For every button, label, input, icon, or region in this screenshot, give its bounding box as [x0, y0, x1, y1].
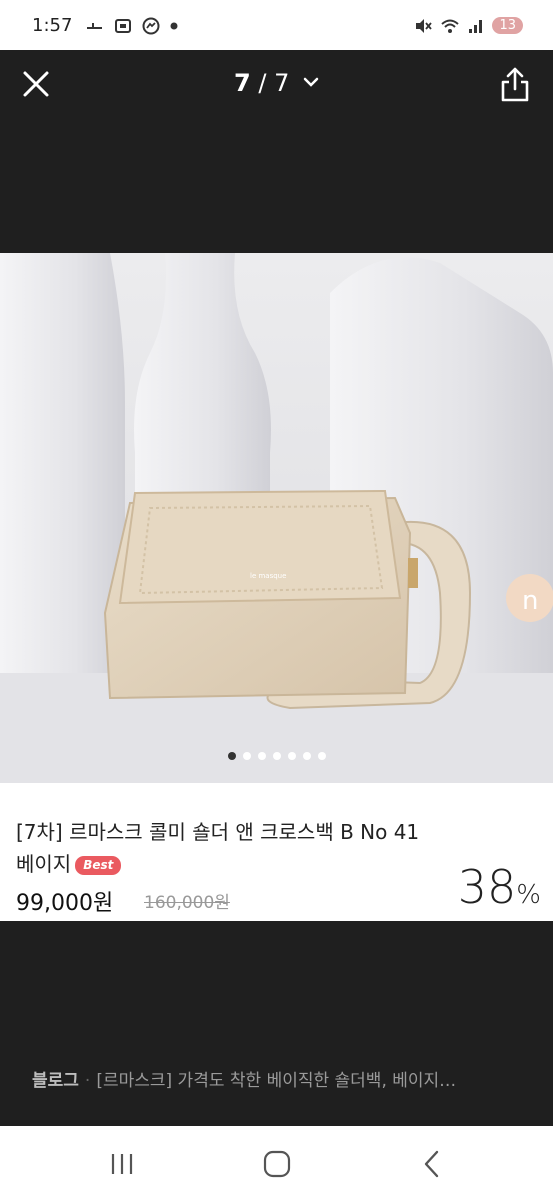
blog-title: [르마스크] 가격도 착한 베이직한 숄더백, 베이지… [96, 1071, 457, 1091]
status-time: 1:57 [32, 15, 73, 36]
carousel-dot[interactable] [242, 752, 251, 760]
screenshot-icon [115, 19, 131, 33]
carousel-dot[interactable] [227, 752, 236, 760]
blog-separator: · [84, 1071, 91, 1091]
system-nav-bar [0, 1126, 553, 1200]
carousel-dots [0, 752, 553, 760]
messenger-icon [142, 17, 160, 35]
dot-icon [170, 22, 178, 30]
pager-total: 7 [274, 69, 290, 97]
carousel-dot[interactable] [317, 752, 326, 760]
wifi-icon [441, 19, 460, 33]
carousel-dot[interactable] [272, 752, 281, 760]
discount-rate: 38% [458, 860, 541, 914]
product-card[interactable]: [7차] 르마스크 콜미 숄더 앤 크로스백 B No 41 베이지 Best 9… [0, 783, 553, 921]
discount-value: 38 [457, 860, 517, 914]
product-image[interactable]: n le masque [0, 253, 553, 783]
blog-source: 블로그 [32, 1071, 79, 1091]
signal-icon [469, 19, 483, 33]
product-title[interactable]: [7차] 르마스크 콜미 숄더 앤 크로스백 B No 41 베이지 Best [16, 816, 436, 880]
product-price: 99,000원 [16, 891, 114, 916]
home-icon[interactable] [257, 1148, 297, 1180]
blog-source-line[interactable]: 블로그 · [르마스크] 가격도 착한 베이직한 숄더백, 베이지… [32, 1066, 532, 1091]
svg-text:le masque: le masque [250, 572, 286, 580]
original-price: 160,000원 [144, 893, 230, 913]
status-left-icons [86, 17, 178, 35]
pager-current: 7 [234, 69, 251, 97]
recent-apps-icon[interactable] [102, 1148, 142, 1180]
carousel-dot[interactable] [257, 752, 266, 760]
battery-indicator: 13 [492, 17, 523, 34]
viewer-header: 7 / 7 [0, 50, 553, 118]
dash-icon [87, 23, 102, 29]
pager-separator: / [250, 69, 275, 97]
discount-symbol: % [516, 880, 541, 910]
chevron-down-icon [303, 77, 319, 87]
handbag-photo: n le masque [0, 253, 553, 783]
back-icon[interactable] [412, 1148, 452, 1180]
image-pager[interactable]: 7 / 7 [0, 69, 553, 97]
share-icon[interactable] [497, 65, 533, 103]
status-bar: 1:57 13 [0, 0, 553, 50]
carousel-dot[interactable] [287, 752, 296, 760]
mute-icon [416, 18, 433, 33]
svg-text:n: n [522, 586, 538, 616]
status-right-icons: 13 [414, 17, 523, 34]
best-badge: Best [75, 856, 122, 875]
carousel-dot[interactable] [302, 752, 311, 760]
